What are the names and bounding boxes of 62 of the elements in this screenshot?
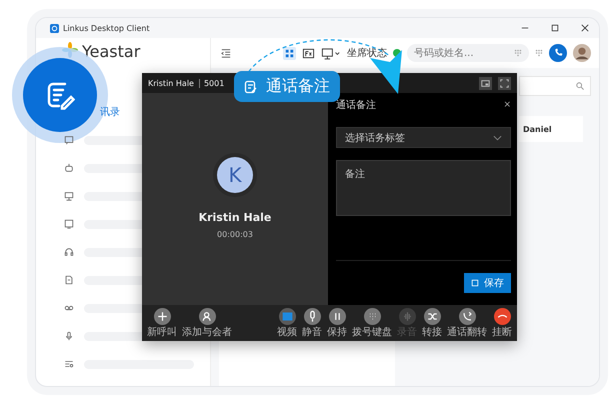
extension-number: 5001: [198, 78, 224, 88]
hangup-icon: [494, 308, 510, 325]
dialpad-icon: [364, 308, 380, 325]
chevron-down-icon: [493, 134, 502, 140]
caller-name: Kristin Hale: [198, 211, 272, 224]
note-edit-icon: [244, 80, 258, 94]
monitor-icon[interactable]: [64, 191, 74, 201]
contact-avatar: K: [217, 157, 253, 193]
sidebar-item[interactable]: 讯录: [100, 105, 120, 119]
search-icon: [576, 82, 584, 90]
call-action-button[interactable]: 转接: [421, 305, 443, 341]
call-notes-tooltip: 通话备注: [234, 71, 340, 102]
logo-text: Yeastar: [82, 42, 140, 61]
call-action-button[interactable]: 通话翻转: [446, 305, 488, 341]
save-icon: [471, 279, 479, 287]
contact-card[interactable]: Daniel: [519, 116, 583, 142]
collapse-menu-icon[interactable]: [221, 48, 231, 58]
doc-icon[interactable]: [64, 275, 74, 285]
fullscreen-icon[interactable]: [498, 76, 511, 90]
window-title: Linkus Desktop Client: [63, 24, 150, 32]
robot-icon[interactable]: [64, 163, 74, 173]
search-field[interactable]: [519, 76, 591, 96]
voicemail-icon[interactable]: [64, 303, 74, 313]
add-icon: [154, 308, 170, 325]
contact-name: Daniel: [523, 124, 552, 134]
settings-icon[interactable]: [64, 359, 74, 369]
picture-in-picture-icon[interactable]: [479, 76, 492, 90]
call-action-button[interactable]: 挂断: [491, 305, 513, 341]
call-action-button[interactable]: 添加与会者: [181, 305, 233, 341]
avatar-icon[interactable]: [573, 44, 591, 62]
transfer-icon: [424, 308, 440, 325]
video-icon: [278, 308, 296, 325]
save-button[interactable]: 保存: [464, 273, 511, 293]
call-action-button[interactable]: 视频: [276, 305, 298, 341]
monitor-dropdown-icon[interactable]: [321, 46, 341, 60]
pause-icon: [328, 308, 346, 325]
close-button[interactable]: ×: [503, 100, 511, 110]
tag-select[interactable]: 选择话务标签: [336, 127, 511, 148]
person-icon: [198, 308, 216, 325]
note-edit-icon: [45, 80, 75, 110]
call-action-button[interactable]: 保持: [326, 305, 348, 341]
call-action-button[interactable]: 新呼叫: [146, 305, 178, 341]
headset-icon[interactable]: [64, 247, 74, 257]
qr-code-icon[interactable]: [283, 46, 296, 60]
note-field[interactable]: 备注: [336, 160, 511, 216]
screen-icon[interactable]: [64, 219, 74, 229]
call-duration: 00:00:03: [217, 230, 253, 239]
phone-button[interactable]: [549, 44, 567, 62]
call-action-button[interactable]: 静音: [301, 305, 323, 341]
app-logo-icon: [50, 24, 59, 32]
agent-status-label[interactable]: 坐席状态: [347, 46, 387, 60]
call-action-button[interactable]: 拨号键盘: [351, 305, 393, 341]
close-icon[interactable]: [581, 24, 589, 32]
search-field[interactable]: 号码或姓名...: [407, 44, 529, 62]
record-icon: [398, 308, 416, 325]
mic-icon: [304, 308, 320, 325]
maximize-icon[interactable]: [551, 24, 559, 32]
caller-name: Kristin Hale: [148, 78, 194, 88]
fx-icon[interactable]: [302, 46, 315, 60]
mic-icon[interactable]: [64, 331, 74, 341]
chat-icon[interactable]: [64, 135, 74, 145]
flip-icon: [458, 308, 476, 325]
